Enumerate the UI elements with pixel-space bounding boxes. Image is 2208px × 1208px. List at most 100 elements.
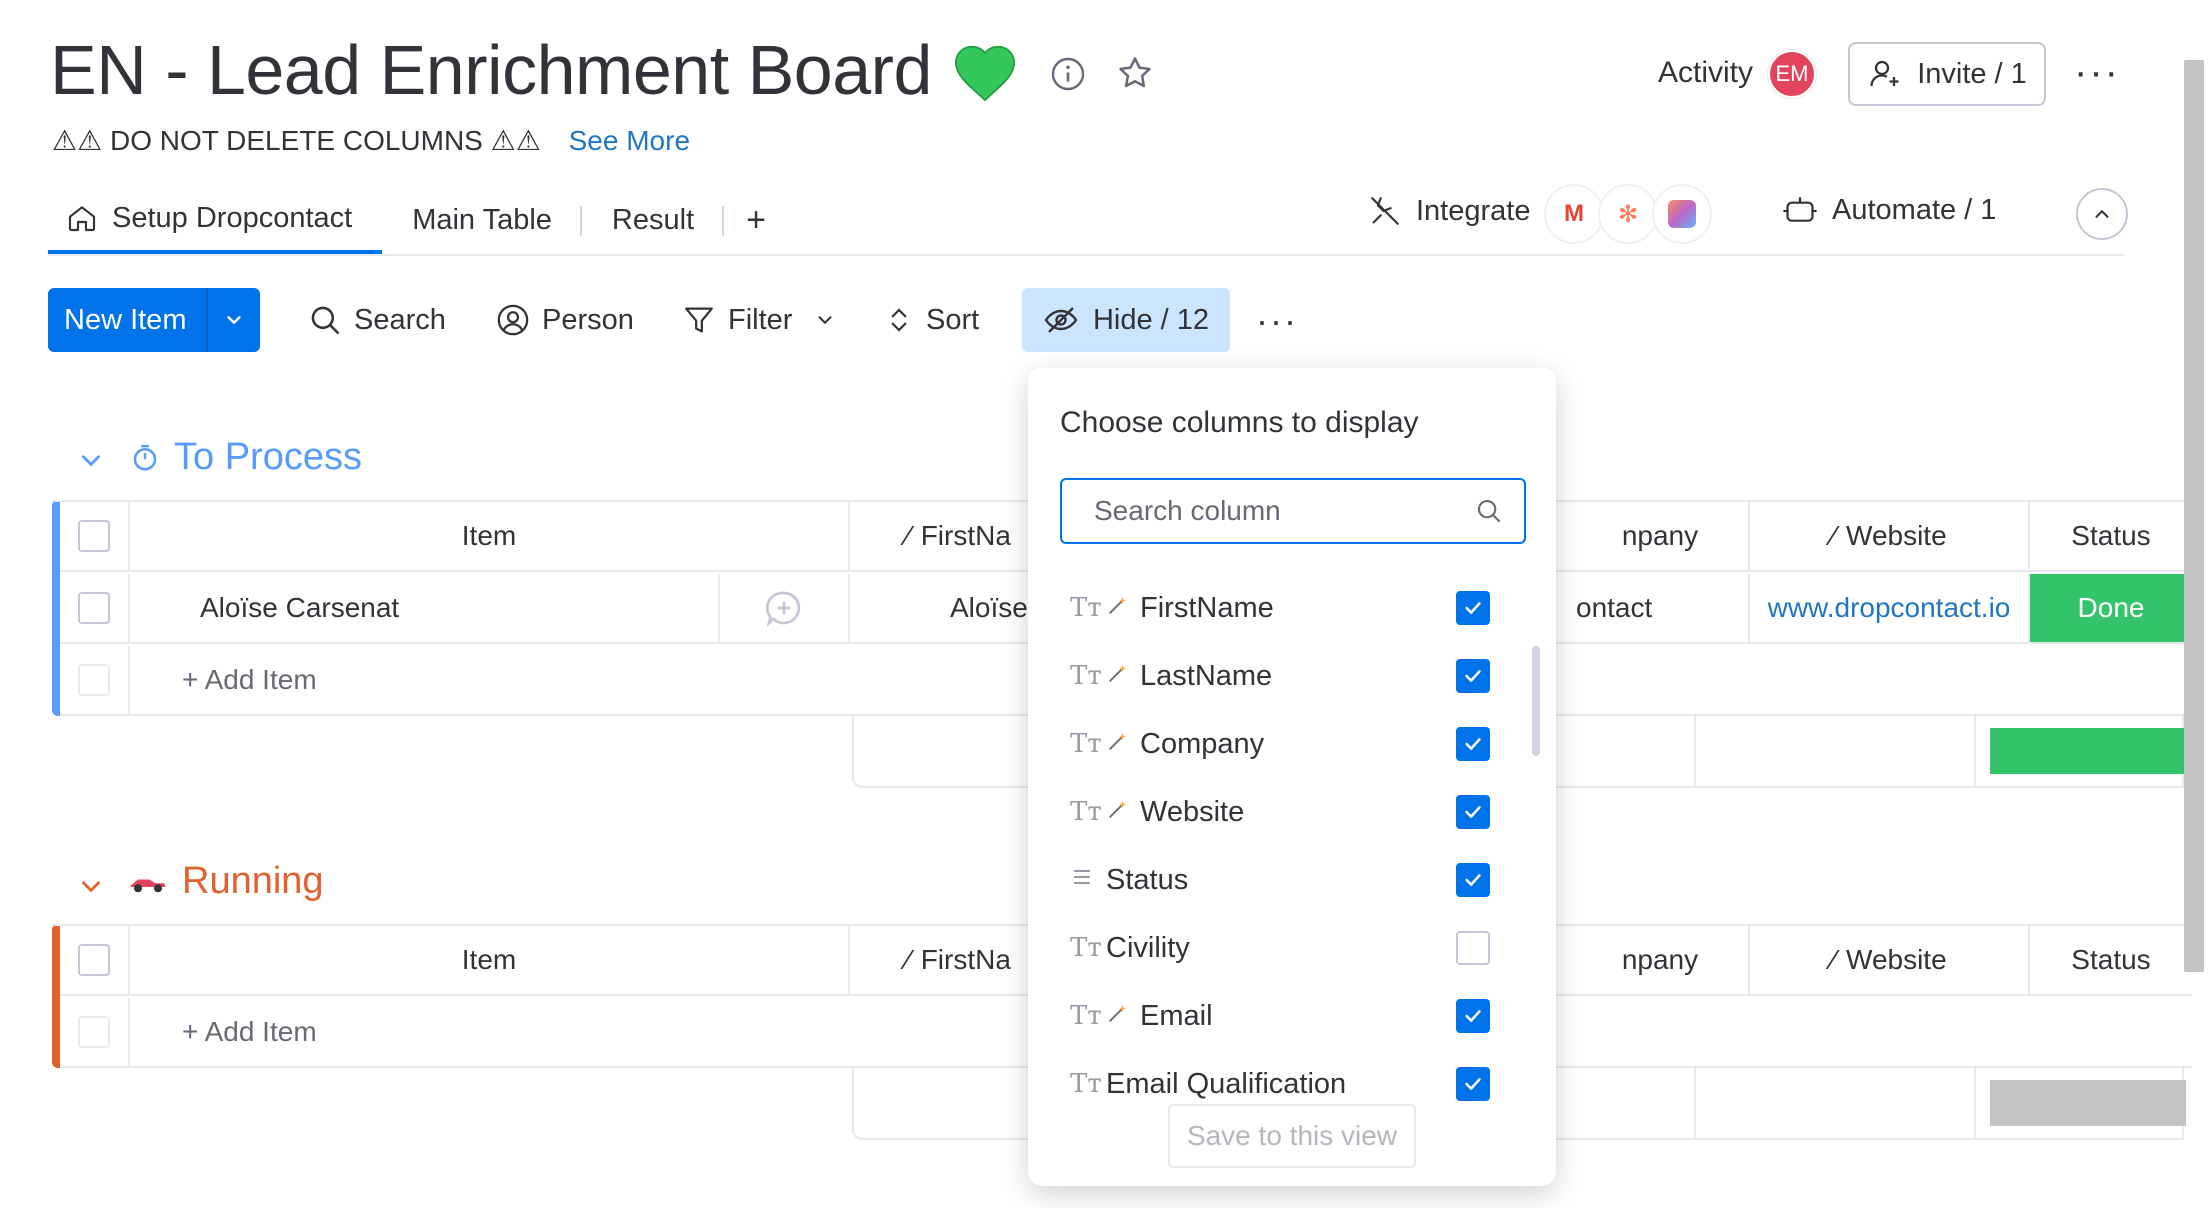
save-to-view-button[interactable]: Save to this view xyxy=(1168,1104,1416,1168)
select-all-cell[interactable] xyxy=(60,502,130,570)
select-all-cell[interactable] xyxy=(60,926,130,994)
integration-logos[interactable]: M ✻ xyxy=(1544,184,1712,244)
row-checkbox xyxy=(78,1016,110,1048)
board-title[interactable]: EN - Lead Enrichment Board xyxy=(50,30,932,110)
sort-button[interactable]: Sort xyxy=(884,288,979,352)
collapse-header-button[interactable] xyxy=(2076,188,2128,240)
automate-button[interactable]: Automate / 1 xyxy=(1782,194,1996,227)
row-select-cell[interactable] xyxy=(60,574,130,642)
column-header-label: Website xyxy=(1846,944,1947,975)
new-item-button[interactable]: New Item xyxy=(48,288,260,352)
hide-columns-button[interactable]: Hide / 12 xyxy=(1022,288,1230,352)
group-collapse-toggle[interactable] xyxy=(78,866,104,906)
see-more-link[interactable]: See More xyxy=(569,125,690,156)
column-option[interactable]: Tт FirstName xyxy=(1070,578,1490,638)
item-name-cell[interactable]: Aloïse Carsenat xyxy=(130,574,720,642)
row-checkbox[interactable] xyxy=(78,592,110,624)
invite-button[interactable]: Invite / 1 xyxy=(1848,42,2046,106)
column-option[interactable]: Tт Email xyxy=(1070,986,1490,1046)
column-checkbox[interactable] xyxy=(1456,1067,1490,1101)
column-checkbox[interactable] xyxy=(1456,931,1490,965)
column-option-label: Civility xyxy=(1106,931,1190,964)
cell-divider xyxy=(1974,1068,1976,1138)
select-all-checkbox[interactable] xyxy=(78,944,110,976)
robot-icon xyxy=(1783,196,1817,222)
tab-main-table[interactable]: Main Table xyxy=(382,186,582,254)
more-options-icon[interactable]: ··· xyxy=(2074,52,2120,92)
tab-setup-dropcontact[interactable]: Setup Dropcontact xyxy=(48,186,383,254)
status-cell[interactable]: Done xyxy=(2030,574,2192,642)
column-checkbox[interactable] xyxy=(1456,727,1490,761)
column-header-item[interactable]: Item xyxy=(130,502,850,570)
add-person-icon xyxy=(1870,60,1899,87)
info-icon[interactable] xyxy=(1050,56,1086,92)
add-view-button[interactable]: + xyxy=(724,186,788,254)
person-icon xyxy=(497,304,529,336)
column-header-website[interactable]: ⁄ Website xyxy=(1750,926,2030,994)
activity-button[interactable]: Activity xyxy=(1658,56,1753,90)
company-cell[interactable]: ontact xyxy=(1572,574,1750,642)
column-option[interactable]: Tт Company xyxy=(1070,714,1490,774)
column-checkbox[interactable] xyxy=(1456,591,1490,625)
search-button[interactable]: Search xyxy=(308,288,446,352)
chevron-down-icon[interactable] xyxy=(208,309,260,331)
board-description-text: ⚠⚠ DO NOT DELETE COLUMNS ⚠⚠ xyxy=(52,125,541,156)
column-header-status[interactable]: Status xyxy=(2030,502,2192,570)
column-header-company[interactable]: npany xyxy=(1572,926,1750,994)
column-header-status[interactable]: Status xyxy=(2030,926,2192,994)
page-scrollbar[interactable] xyxy=(2184,60,2204,972)
hide-label: Hide / 12 xyxy=(1092,303,1210,336)
column-header-firstname[interactable]: ⁄ FirstNa xyxy=(850,502,1030,570)
website-link[interactable]: www.dropcontact.io xyxy=(1750,574,2030,642)
column-option[interactable]: Status xyxy=(1070,850,1490,910)
avatar[interactable]: EM xyxy=(1768,50,1816,98)
add-item-input[interactable]: + Add Item xyxy=(130,998,850,1066)
column-checkbox[interactable] xyxy=(1456,659,1490,693)
invite-label: Invite / 1 xyxy=(1917,57,2027,90)
chevron-down-icon[interactable] xyxy=(814,309,836,331)
row-checkbox xyxy=(78,664,110,696)
chevron-down-icon xyxy=(82,881,100,893)
cell-divider xyxy=(1974,716,1976,786)
magic-wand-icon: ⁄ xyxy=(906,520,911,551)
column-checkbox[interactable] xyxy=(1456,999,1490,1033)
tab-result[interactable]: Result xyxy=(582,186,725,254)
cell-divider xyxy=(1694,1068,1696,1138)
chevron-down-icon xyxy=(82,455,100,467)
firstname-cell[interactable]: Aloïse xyxy=(850,574,1030,642)
app-icon xyxy=(1652,184,1712,244)
group-title[interactable]: To Process xyxy=(130,436,362,479)
group-name: Running xyxy=(182,860,324,902)
column-option[interactable]: Tт Civility xyxy=(1070,918,1490,978)
row-select-cell xyxy=(60,646,130,714)
column-header-company[interactable]: npany xyxy=(1572,502,1750,570)
group-title[interactable]: Running xyxy=(128,860,324,903)
column-header-website[interactable]: ⁄ Website xyxy=(1750,502,2030,570)
magic-wand-icon xyxy=(1106,796,1140,829)
add-update-button[interactable] xyxy=(720,574,850,642)
chevron-up-icon xyxy=(2095,209,2109,218)
integrate-button[interactable]: Integrate xyxy=(1368,194,1530,228)
column-option[interactable]: Tт LastName xyxy=(1070,646,1490,706)
row-select-cell xyxy=(60,998,130,1066)
column-header-item[interactable]: Item xyxy=(130,926,850,994)
select-all-checkbox[interactable] xyxy=(78,520,110,552)
add-item-input[interactable]: + Add Item xyxy=(130,646,850,714)
status-summary-bar[interactable] xyxy=(1990,1080,2186,1126)
board-description: ⚠⚠ DO NOT DELETE COLUMNS ⚠⚠ See More xyxy=(52,124,690,157)
column-option[interactable]: Tт Website xyxy=(1070,782,1490,842)
toolbar-more-icon[interactable]: ··· xyxy=(1256,300,1298,342)
filter-button[interactable]: Filter xyxy=(682,288,836,352)
person-filter-button[interactable]: Person xyxy=(496,288,634,352)
column-checkbox[interactable] xyxy=(1456,863,1490,897)
column-header-firstname[interactable]: ⁄ FirstNa xyxy=(850,926,1030,994)
column-header-label: Website xyxy=(1846,520,1947,551)
column-checkbox[interactable] xyxy=(1456,795,1490,829)
group-collapse-toggle[interactable] xyxy=(78,440,104,480)
cell-divider xyxy=(1694,716,1696,786)
race-car-icon xyxy=(130,879,166,892)
text-column-icon: Tт xyxy=(1070,797,1102,827)
star-icon[interactable] xyxy=(1116,54,1154,92)
status-summary-bar[interactable] xyxy=(1990,728,2186,774)
text-column-icon: Tт xyxy=(1070,593,1102,623)
